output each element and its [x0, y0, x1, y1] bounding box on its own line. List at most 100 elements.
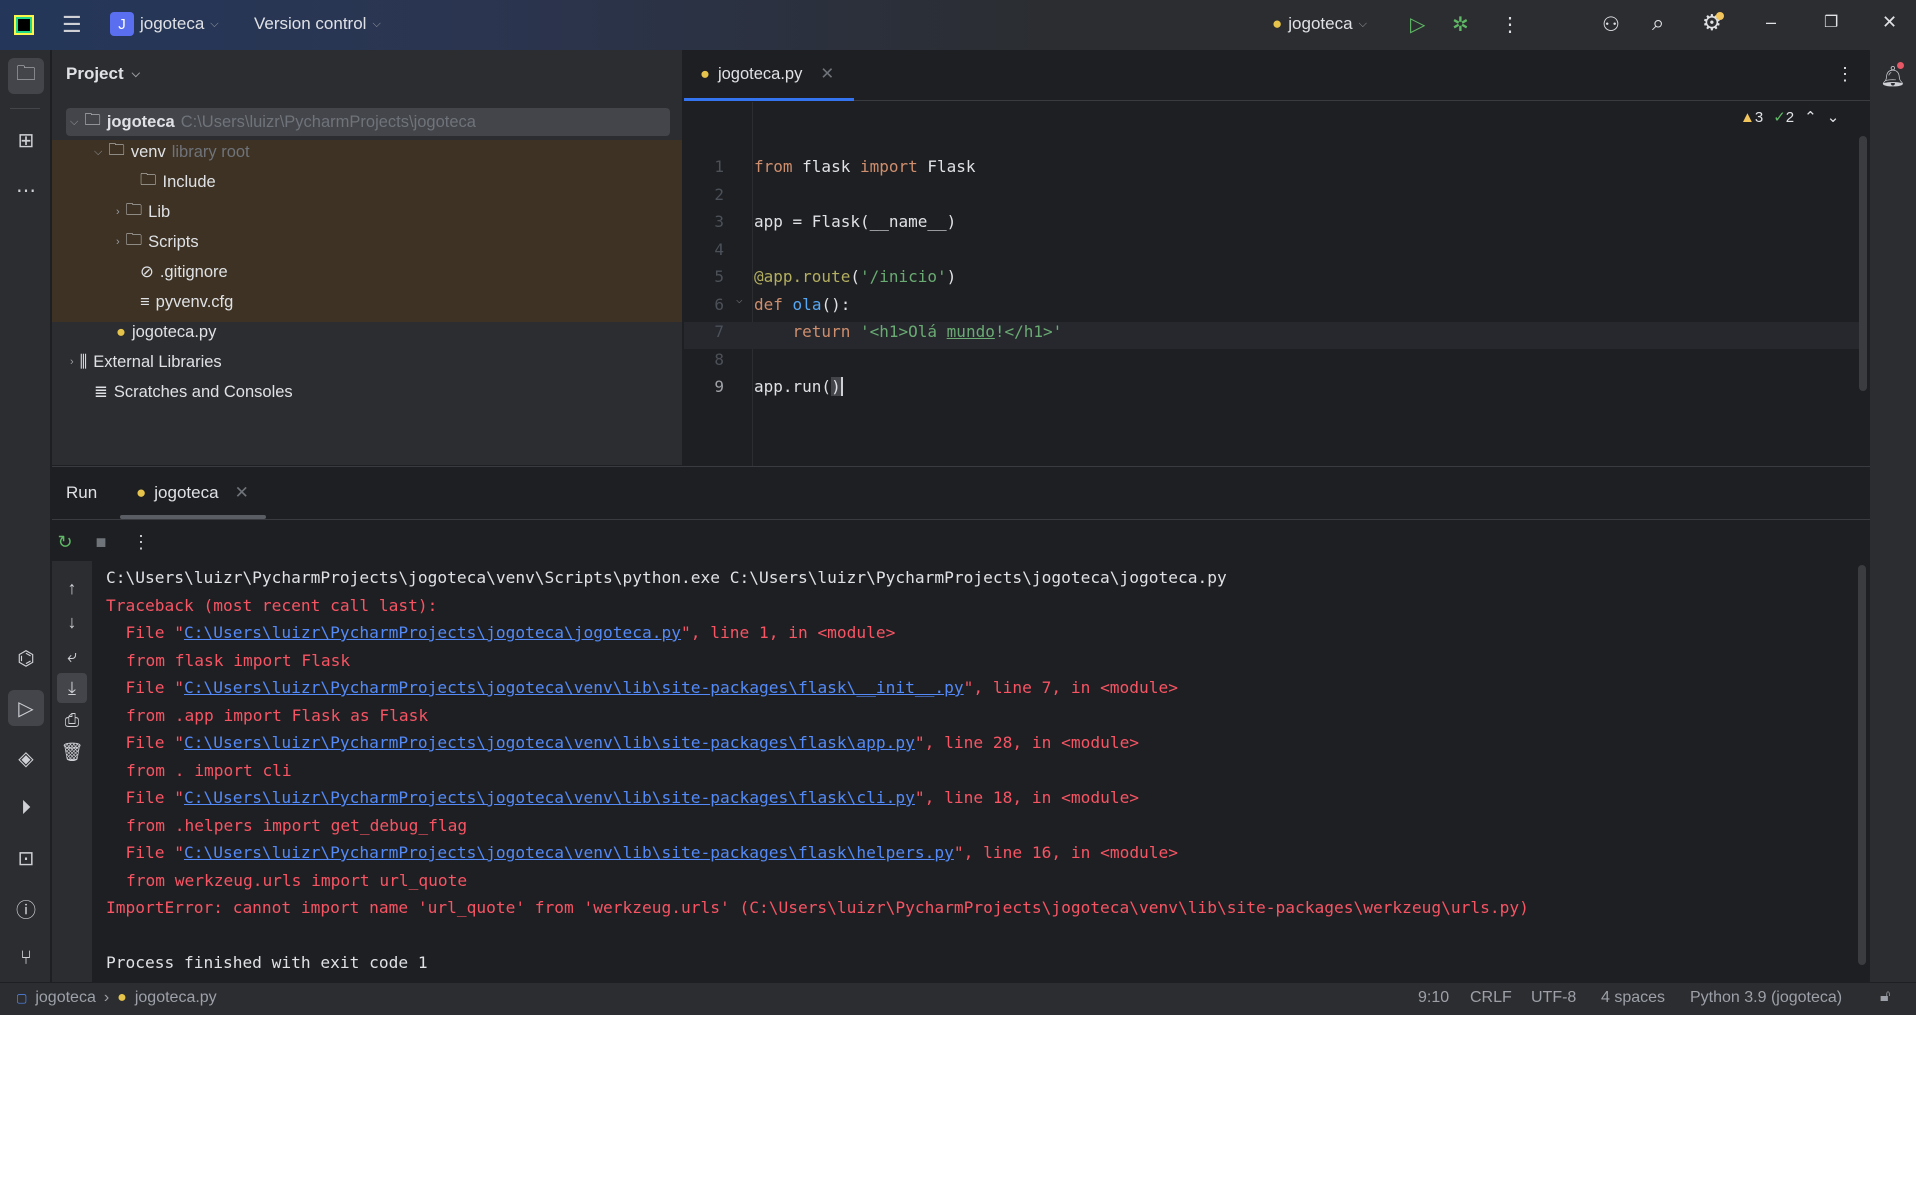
folder-icon: 🗀: [108, 141, 125, 159]
caret-position[interactable]: 9:10: [1418, 989, 1449, 1007]
run-tool-icon[interactable]: ▷: [8, 690, 44, 726]
tree-item-scripts[interactable]: › 🗀 Scripts: [116, 227, 199, 257]
file-link[interactable]: C:\Users\luizr\PycharmProjects\jogoteca\…: [184, 623, 681, 642]
breadcrumb-project[interactable]: jogoteca: [35, 989, 96, 1007]
tree-item-venv[interactable]: ⌵ 🗀 venv library root: [94, 137, 250, 167]
chevron-down-icon: ⌵: [70, 115, 79, 128]
item-label: Scripts: [148, 232, 199, 251]
line-separator[interactable]: CRLF: [1470, 989, 1512, 1007]
console-scrollbar[interactable]: [1858, 565, 1866, 965]
project-view-selector[interactable]: Project ⌵: [66, 64, 140, 84]
tree-item-pyvenv-cfg[interactable]: ≡ pyvenv.cfg: [140, 287, 233, 317]
warning-count: 3: [1754, 108, 1764, 126]
close-tab-icon[interactable]: ✕: [235, 483, 249, 503]
file-link[interactable]: C:\Users\luizr\PycharmProjects\jogoteca\…: [184, 843, 954, 862]
traceback-frame: File "C:\Users\luizr\PycharmProjects\jog…: [106, 623, 896, 642]
problems-icon[interactable]: ⓘ: [8, 890, 44, 926]
close-tab-icon[interactable]: ✕: [820, 64, 834, 84]
text-file-icon: ≡: [140, 292, 150, 311]
project-panel: Project ⌵ ⌵ 🗀 jogoteca C:\Users\luizr\Pychar…: [52, 50, 682, 465]
code-with-me-icon[interactable]: ⚇: [1602, 12, 1620, 37]
tree-item-jogoteca[interactable]: ⌵ 🗀 jogoteca C:\Users\luizr\PycharmProjects…: [70, 107, 476, 137]
python-file-icon: ●: [117, 989, 127, 1006]
left-tool-stripe: 🗀 ⊞ ⋯ ⌬ ▷ ◈ ⏵ ⊡ ⓘ ⑂: [0, 50, 51, 982]
unlock-icon[interactable]: 🔓︎: [1880, 988, 1890, 1006]
tab-jogoteca-py[interactable]: ● jogoteca.py ✕: [700, 64, 834, 84]
file-link[interactable]: C:\Users\luizr\PycharmProjects\jogoteca\…: [184, 678, 964, 697]
file-link[interactable]: C:\Users\luizr\PycharmProjects\jogoteca\…: [184, 788, 915, 807]
breadcrumb-file[interactable]: jogoteca.py: [135, 989, 217, 1007]
scratches-icon: ≣: [94, 383, 108, 401]
more-options-icon[interactable]: ⋮: [126, 527, 156, 557]
module-icon: ▢: [16, 991, 28, 1005]
pycharm-window: ☰ J jogoteca ⌵ Version control ⌵ ● jogoteca…: [0, 0, 1916, 1015]
panel-title: Project: [66, 64, 124, 83]
editor-scrollbar[interactable]: [1859, 136, 1867, 391]
frame-code: from werkzeug.urls import url_quote: [126, 870, 468, 890]
tree-item-gitignore[interactable]: ⊘ .gitignore: [140, 257, 228, 287]
python-interpreter[interactable]: Python 3.9 (jogoteca): [1690, 989, 1842, 1007]
chevron-down-icon: ⌵: [210, 17, 219, 30]
minimize-button[interactable]: –: [1766, 12, 1776, 33]
fold-icon[interactable]: ⌵: [736, 293, 743, 306]
pycharm-logo: [14, 15, 34, 35]
python-console-icon[interactable]: ⌬: [8, 640, 44, 676]
services-icon[interactable]: ⏵: [8, 790, 44, 826]
chevron-right-icon: ›: [116, 206, 120, 218]
tree-item-scratches[interactable]: ≣ Scratches and Consoles: [94, 377, 293, 407]
file-encoding[interactable]: UTF-8: [1531, 989, 1576, 1007]
tree-item-jogoteca-py[interactable]: ● jogoteca.py: [116, 317, 216, 347]
traceback-frame: File "C:\Users\luizr\PycharmProjects\jog…: [106, 843, 1179, 862]
main-menu-button[interactable]: ☰: [62, 12, 82, 38]
run-tab-jogoteca[interactable]: ● jogoteca ✕: [136, 483, 249, 503]
line-number: 4: [714, 239, 724, 259]
tree-item-external-libraries[interactable]: › ⫼ External Libraries: [70, 347, 222, 377]
run-config-selector[interactable]: ● jogoteca ⌵: [1272, 14, 1367, 34]
stop-icon[interactable]: ■: [86, 527, 116, 557]
item-hint: library root: [171, 142, 250, 161]
item-label: pyvenv.cfg: [155, 292, 234, 311]
tab-options-icon[interactable]: ⋮: [1836, 64, 1854, 85]
rerun-icon[interactable]: ↻: [50, 527, 80, 557]
terminal-icon[interactable]: ⊡: [8, 840, 44, 876]
settings-icon[interactable]: ⚙: [1702, 10, 1724, 36]
restore-button[interactable]: ❐: [1824, 12, 1838, 32]
indent-setting[interactable]: 4 spaces: [1601, 989, 1665, 1007]
code-line-9: app.run(): [754, 377, 843, 396]
tree-item-lib[interactable]: › 🗀 Lib: [116, 197, 170, 227]
python-packages-icon[interactable]: ◈: [8, 740, 44, 776]
warning-icon: ▲3: [1740, 108, 1764, 126]
file-link[interactable]: C:\Users\luizr\PycharmProjects\jogoteca\…: [184, 733, 915, 752]
code-area[interactable]: 1 2 3 4 5 6 7 8 9 ⌵ from flask import Fl…: [684, 153, 1854, 453]
chevron-right-icon: ›: [116, 236, 120, 248]
project-switcher[interactable]: J jogoteca ⌵: [110, 12, 219, 36]
inspection-widget[interactable]: ▲3 ✓2 ⌃ ⌄: [1740, 108, 1840, 127]
git-icon[interactable]: ⑂: [8, 940, 44, 976]
traceback-header: Traceback (most recent call last):: [106, 595, 438, 615]
divider: [52, 519, 1870, 520]
line-number: 7: [714, 322, 724, 341]
structure-icon[interactable]: ⊞: [8, 122, 44, 158]
item-label: jogoteca: [106, 112, 175, 131]
more-actions-icon[interactable]: ⋮: [1500, 12, 1520, 37]
breadcrumb: ▢ jogoteca › ● jogoteca.py: [16, 989, 217, 1007]
search-icon[interactable]: ⌕: [1652, 10, 1664, 36]
tree-item-include[interactable]: 🗀 Include: [140, 167, 216, 197]
notifications-icon[interactable]: 🔔︎: [1875, 58, 1911, 94]
more-tools-icon[interactable]: ⋯: [8, 172, 44, 208]
close-window-button[interactable]: ✕: [1882, 12, 1897, 33]
console-output[interactable]: C:\Users\luizr\PycharmProjects\jogoteca\…: [52, 564, 1852, 984]
import-error-message: ImportError: cannot import name 'url_quo…: [106, 898, 1529, 917]
debug-button[interactable]: ✲: [1452, 12, 1469, 37]
run-panel: Run ● jogoteca ✕ ↻ ■ ⋮ ↑ ↓ ⤶ ⤓ ⎙ 🗑︎ C:\Use…: [50, 466, 1870, 984]
python-icon: ●: [1272, 14, 1283, 33]
status-bar: ▢ jogoteca › ● jogoteca.py 9:10 CRLF UTF-8…: [0, 982, 1916, 1015]
version-control-menu[interactable]: Version control ⌵: [254, 14, 381, 34]
prev-highlight-icon[interactable]: ⌃: [1804, 108, 1817, 126]
folder-icon: 🗀: [84, 111, 101, 129]
project-folder-icon[interactable]: 🗀: [8, 58, 44, 94]
project-name: jogoteca: [140, 14, 205, 33]
run-button[interactable]: ▷: [1410, 12, 1425, 37]
next-highlight-icon[interactable]: ⌄: [1827, 108, 1840, 126]
frame-code: from .helpers import get_debug_flag: [126, 815, 468, 835]
